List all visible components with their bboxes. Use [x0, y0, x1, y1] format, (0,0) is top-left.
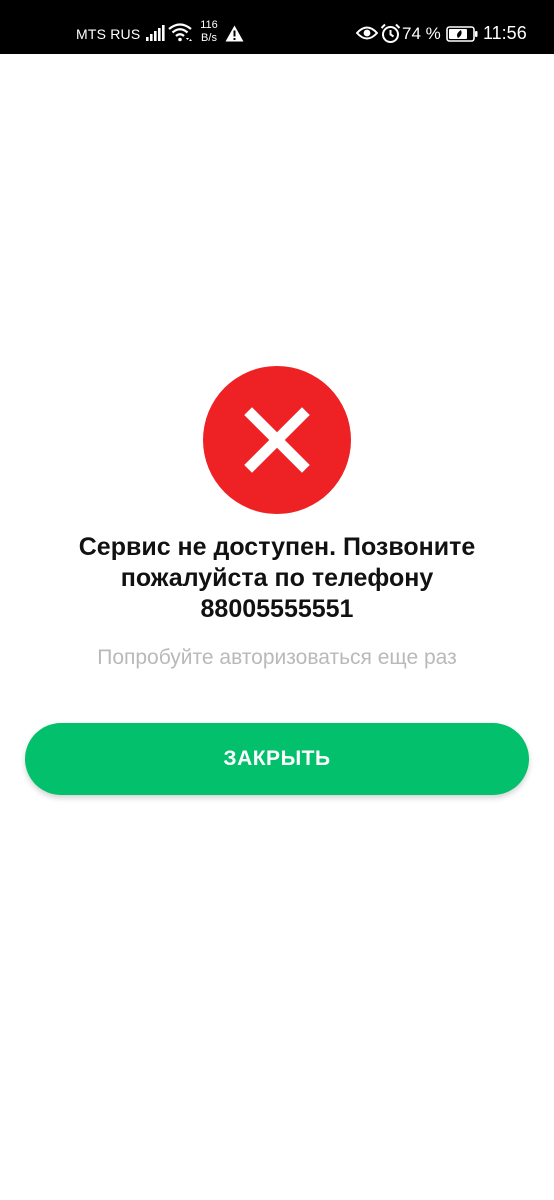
- error-title-line-2: пожалуйста по телефону: [120, 564, 434, 592]
- signal-icon: [146, 25, 165, 41]
- close-button[interactable]: ЗАКРЫТЬ: [25, 723, 529, 795]
- error-subtitle: Попробуйте авторизоваться еще раз: [97, 646, 457, 669]
- wifi-icon: [168, 23, 192, 42]
- status-bar: MTS RUS 116 B/s 74 % 11:56: [0, 0, 554, 54]
- network-speed-value: 116: [200, 19, 218, 31]
- app-screen: MTS RUS 116 B/s 74 % 11:56 Сервис не дос…: [0, 0, 554, 1200]
- network-speed-unit: B/s: [201, 32, 217, 44]
- network-speed: 116 B/s: [196, 19, 222, 45]
- alarm-icon: [380, 23, 401, 43]
- error-title-line-1: Сервис не доступен. Позвоните: [78, 533, 476, 561]
- phone-number: 88005555551: [200, 595, 354, 623]
- carrier-name: MTS RUS: [76, 26, 141, 42]
- close-icon: [244, 407, 310, 473]
- warning-icon: [225, 25, 244, 42]
- error-title: Сервис не доступен. Позвоните пожалуйста…: [30, 532, 524, 625]
- error-badge: [203, 366, 351, 514]
- eye-icon: [356, 26, 378, 40]
- battery-icon: [446, 26, 478, 42]
- battery-percent: 74 %: [402, 24, 441, 43]
- clock: 11:56: [483, 23, 527, 43]
